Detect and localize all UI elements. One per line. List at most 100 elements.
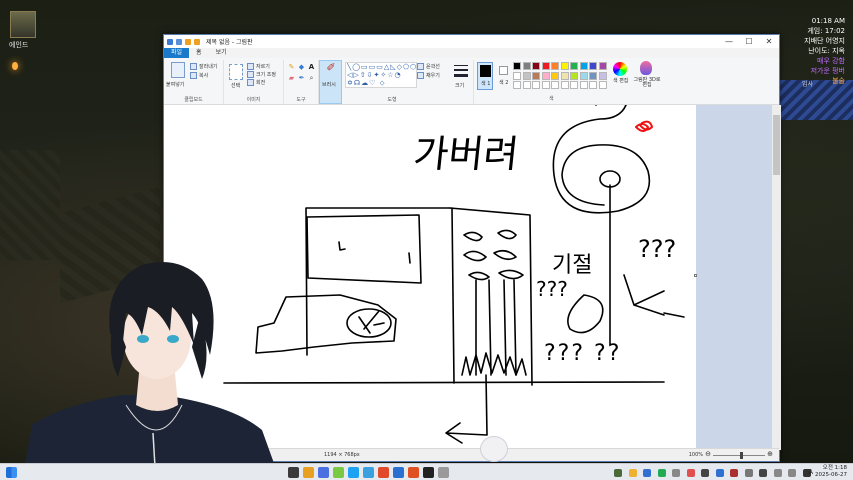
eraser-icon[interactable]: ▰	[288, 75, 295, 82]
maximize-button[interactable]: ☐	[739, 35, 759, 48]
color-swatch[interactable]	[541, 81, 550, 90]
taskbar-app-icon[interactable]	[393, 467, 404, 478]
taskbar-app-icon[interactable]	[438, 467, 449, 478]
pencil-icon[interactable]: ✎	[288, 64, 295, 71]
color-swatch[interactable]	[598, 71, 607, 80]
tray-icon[interactable]	[744, 469, 753, 477]
windows-start-icon[interactable]	[6, 467, 17, 478]
crop-button[interactable]: 자르기	[247, 63, 270, 70]
color-swatch[interactable]	[532, 71, 540, 80]
taskbar-app-icon[interactable]	[318, 467, 329, 478]
tray-icon[interactable]	[628, 469, 637, 477]
color-swatch[interactable]	[541, 71, 550, 80]
paint3d-icon[interactable]	[640, 61, 652, 75]
brushes-button[interactable]: ✐ 브러시	[319, 60, 342, 104]
paint3d-button[interactable]: 그림판 3D로 편집	[632, 78, 662, 88]
taskbar-app-icon[interactable]	[408, 467, 419, 478]
redo-icon[interactable]	[194, 38, 200, 45]
color-swatch[interactable]	[570, 71, 578, 80]
color-swatch[interactable]	[532, 62, 540, 70]
color-swatch[interactable]	[522, 81, 531, 90]
undo-icon[interactable]	[185, 38, 191, 45]
paste-button[interactable]: 붙여넣기	[166, 81, 184, 88]
save-icon[interactable]	[176, 38, 182, 45]
zoom-out-icon[interactable]: ⊖	[705, 450, 711, 458]
color-swatch[interactable]	[541, 62, 550, 70]
select-button[interactable]: 선택	[231, 82, 240, 89]
tab-home[interactable]: 홈	[189, 48, 209, 58]
color-swatch[interactable]	[579, 81, 588, 90]
color-swatch[interactable]	[551, 71, 559, 80]
outline-button[interactable]: 윤곽선	[417, 63, 440, 70]
color-swatch[interactable]	[570, 81, 578, 90]
fill-bucket-icon[interactable]: ◆	[298, 64, 305, 71]
magnifier-icon[interactable]: ⌕	[308, 75, 315, 82]
resize-button[interactable]: 크기 조정	[247, 71, 276, 78]
color-swatch[interactable]	[513, 71, 521, 80]
taskbar-app-icon[interactable]	[423, 467, 434, 478]
tab-file[interactable]: 파일	[164, 48, 190, 58]
color-picker-icon[interactable]: ✒	[298, 75, 305, 82]
color-swatch[interactable]	[513, 81, 521, 90]
edit-colors-icon[interactable]	[613, 62, 627, 76]
paste-icon[interactable]	[171, 62, 185, 78]
tray-icon[interactable]	[730, 469, 738, 477]
minimize-button[interactable]: —	[719, 35, 739, 48]
character-portrait[interactable]	[10, 11, 36, 38]
color-swatch[interactable]	[551, 81, 559, 90]
size-group[interactable]: 크기	[450, 60, 474, 104]
tray-icon[interactable]	[701, 469, 709, 477]
color-swatch[interactable]	[560, 62, 569, 70]
color-swatch[interactable]	[551, 62, 559, 70]
tray-icon[interactable]	[614, 469, 622, 477]
edit-colors-button[interactable]: 색 편집	[613, 79, 629, 84]
canvas-resize-handle[interactable]	[694, 274, 697, 277]
color-swatch[interactable]	[570, 62, 578, 70]
scrollbar-thumb[interactable]	[773, 115, 780, 175]
shapes-gallery[interactable]: ╲◯▭▭▭△◺◇⬠⬡ ◁▷⇧⇩✦✧☆◔ ✡☊☁♡ ⬦	[345, 62, 417, 88]
zoom-slider-thumb[interactable]	[740, 452, 743, 459]
color-swatch[interactable]	[513, 62, 521, 70]
tray-icon[interactable]	[686, 469, 695, 477]
input-language[interactable]: A	[808, 468, 813, 476]
taskbar-app-icon[interactable]	[378, 467, 389, 478]
color-swatch[interactable]	[560, 71, 569, 80]
color-swatch[interactable]	[589, 81, 597, 90]
tray-icon[interactable]	[672, 469, 680, 477]
color-swatch[interactable]	[589, 62, 597, 70]
tray-icon[interactable]	[759, 469, 767, 477]
color-swatch[interactable]	[598, 81, 607, 90]
taskbar-clock[interactable]: 오전 1:18 2025-06-27	[815, 465, 847, 479]
rotate-button[interactable]: 회전	[247, 79, 265, 86]
color-swatch[interactable]	[579, 62, 588, 70]
color-swatch[interactable]	[579, 71, 588, 80]
color-swatch[interactable]	[532, 81, 540, 90]
zoom-slider[interactable]	[713, 455, 765, 456]
taskbar-app-icon[interactable]	[348, 467, 359, 478]
copy-button[interactable]: 복사	[190, 72, 208, 79]
tray-icon[interactable]	[643, 469, 651, 477]
tab-view[interactable]: 보기	[209, 48, 234, 58]
tray-icon[interactable]	[657, 469, 666, 477]
taskbar-app-icon[interactable]	[363, 467, 374, 478]
color-swatch[interactable]	[522, 71, 531, 80]
close-button[interactable]: ✕	[759, 35, 779, 48]
cut-button[interactable]: 잘라내기	[190, 63, 217, 70]
color-swatch[interactable]	[522, 62, 531, 70]
color-swatch[interactable]	[560, 81, 569, 90]
taskbar-app-icon[interactable]	[303, 467, 314, 478]
color2-button[interactable]: 색 2	[497, 62, 511, 90]
color-swatch[interactable]	[589, 71, 597, 80]
color1-button[interactable]: 색 1	[477, 62, 493, 90]
tray-icon[interactable]	[788, 469, 796, 477]
zoom-in-icon[interactable]: ⊕	[767, 450, 773, 458]
fill-button[interactable]: 채우기	[417, 72, 440, 79]
select-icon[interactable]	[229, 64, 243, 80]
tray-icon[interactable]	[715, 469, 724, 477]
vertical-scrollbar[interactable]	[772, 105, 781, 450]
color-swatch[interactable]	[598, 62, 607, 70]
title-bar[interactable]: 제목 없음 - 그림판 — ☐ ✕	[164, 35, 779, 48]
tray-icon[interactable]	[773, 469, 782, 477]
taskbar-app-icon[interactable]	[288, 467, 299, 478]
text-tool-icon[interactable]: A	[308, 64, 315, 71]
